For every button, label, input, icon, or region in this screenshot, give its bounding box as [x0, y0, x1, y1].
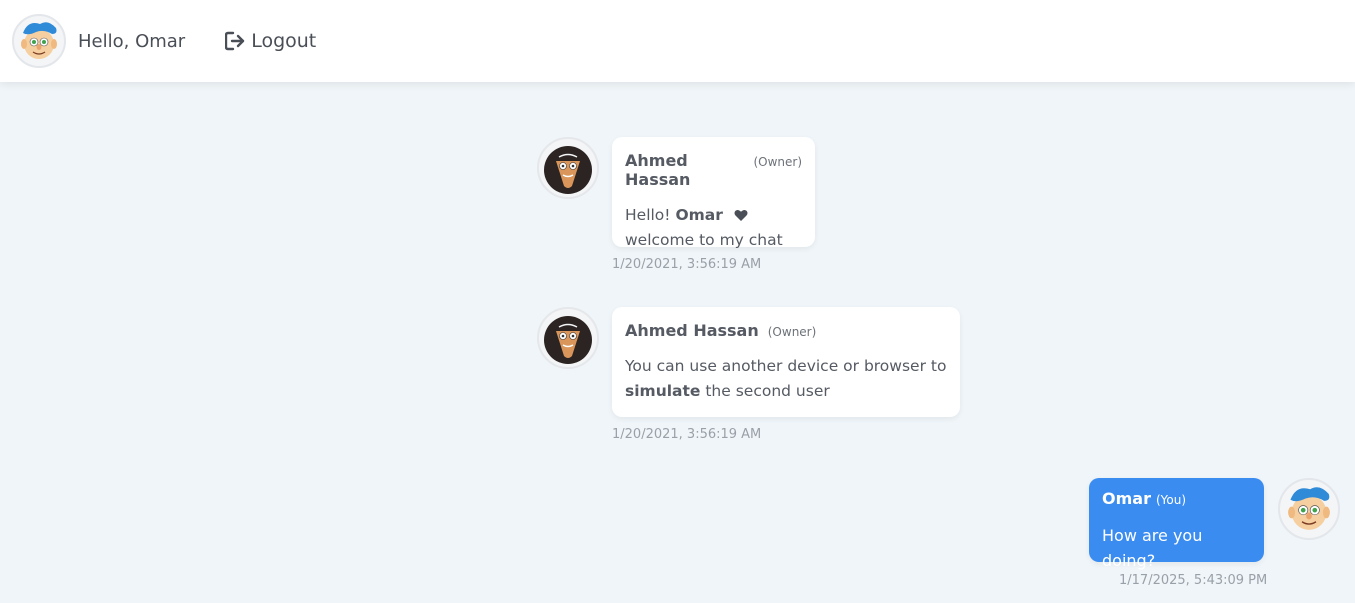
- logout-button[interactable]: Logout: [225, 30, 316, 52]
- sender-role: (Owner): [753, 155, 802, 169]
- sender-name: Ahmed Hassan: [625, 151, 691, 189]
- owner-avatar: [537, 137, 599, 199]
- top-navbar: Hello, Omar Logout: [0, 0, 1355, 82]
- message-text: You can use another device or browser to…: [625, 357, 947, 400]
- owner-avatar-icon: [540, 140, 596, 196]
- user-avatar-icon: [1288, 487, 1330, 530]
- message-text: Hello! Omar welcome to my chat: [625, 206, 783, 249]
- message-bubble-own: Omar (You) How are you doing?: [1089, 478, 1264, 570]
- message-timestamp: 1/17/2025, 5:43:09 PM: [1119, 573, 1268, 588]
- message-timestamp: 1/20/2021, 3:56:19 AM: [612, 257, 762, 272]
- owner-avatar: [537, 307, 599, 369]
- sender-role: (Owner): [767, 325, 817, 339]
- user-avatar: [12, 14, 66, 68]
- message-item: Ahmed Hassan (Owner) You can use another…: [537, 307, 960, 417]
- owner-avatar-icon: [540, 310, 596, 366]
- user-avatar: [1278, 478, 1340, 540]
- message-bubble: Ahmed Hassan (Owner) Hello! Omar welcome…: [612, 137, 815, 249]
- heart-icon: [734, 210, 748, 221]
- greeting-text: Hello, Omar: [78, 30, 186, 52]
- logout-label: Logout: [251, 30, 317, 52]
- message-timestamp: 1/20/2021, 3:56:19 AM: [612, 427, 762, 442]
- message-item-own: Omar (You) How are you doing?: [1089, 478, 1340, 570]
- sign-out-icon: [225, 31, 245, 51]
- message-text: How are you doing?: [1102, 526, 1203, 570]
- sender-role: (You): [1155, 493, 1187, 507]
- sender-name: Omar: [1102, 489, 1151, 508]
- sender-name: Ahmed Hassan: [625, 321, 759, 340]
- message-bubble: Ahmed Hassan (Owner) You can use another…: [612, 307, 960, 417]
- message-item: Ahmed Hassan (Owner) Hello! Omar welcome…: [537, 137, 815, 249]
- cartoon-face-icon: [21, 22, 57, 59]
